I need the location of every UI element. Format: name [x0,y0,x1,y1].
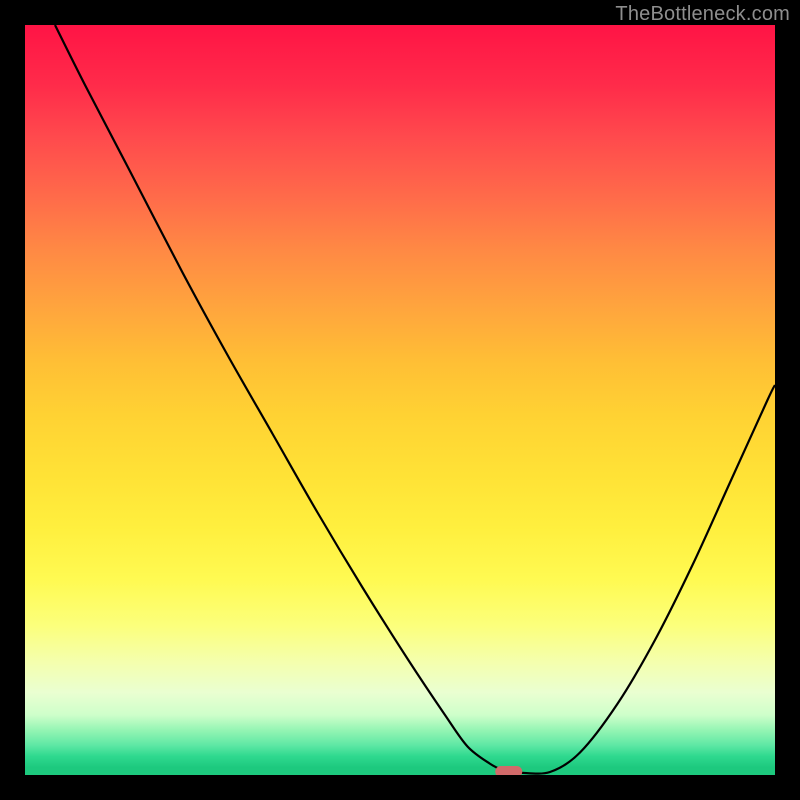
plot-area [25,25,775,775]
watermark-text: TheBottleneck.com [615,3,790,26]
optimal-marker [495,766,522,775]
chart-svg [25,25,775,775]
bottleneck-curve [55,25,775,774]
chart-frame: TheBottleneck.com [0,0,800,800]
